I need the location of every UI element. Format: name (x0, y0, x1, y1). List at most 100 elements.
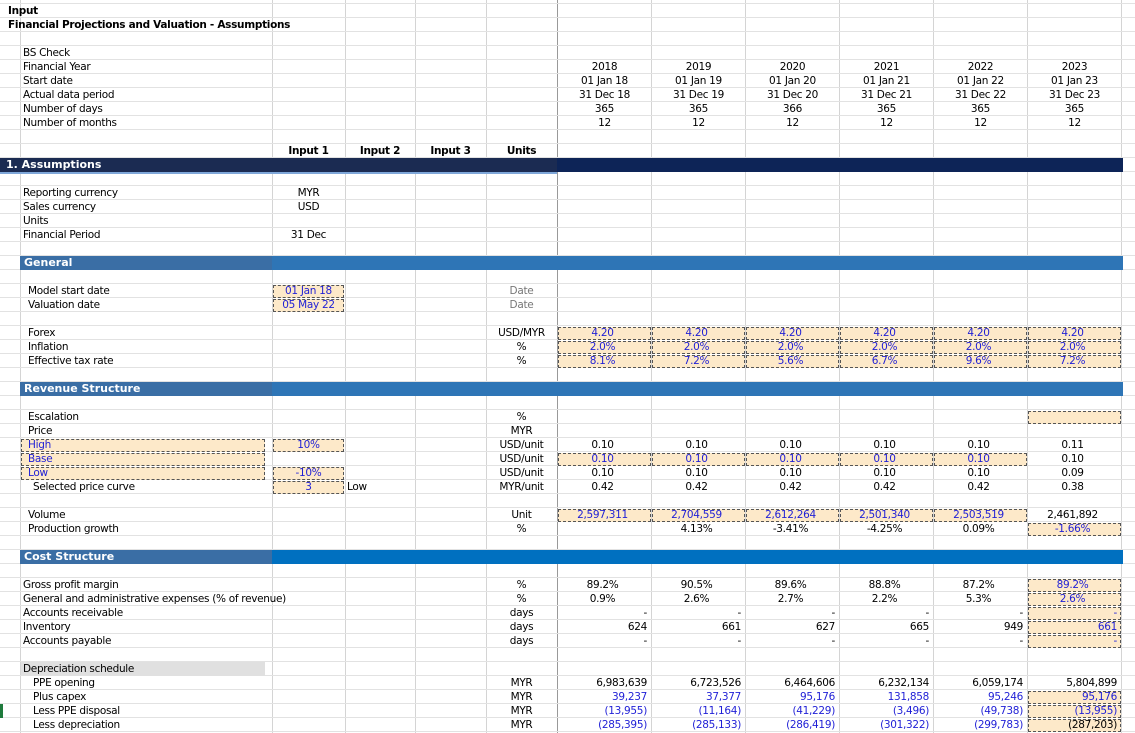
receivable-days-cell[interactable]: - (1028, 606, 1119, 620)
ppe-unit: MYR (510, 677, 533, 689)
reporting-currency-value[interactable]: MYR (272, 186, 345, 200)
price-low-cell: 0.10 (685, 467, 708, 479)
row-label-plus-capex: Plus capex (33, 691, 87, 703)
gross-margin-cell[interactable]: 89.2% (1028, 578, 1117, 592)
volume-unit: Unit (511, 509, 532, 521)
tax-rate-cell[interactable]: 7.2% (652, 354, 741, 368)
units-value[interactable] (272, 214, 345, 228)
row-label-production-growth: Production growth (28, 523, 119, 535)
gpm-unit: % (516, 579, 527, 591)
ppe-opening-cell: 6,983,639 (596, 677, 647, 689)
financial-period-value[interactable]: 31 Dec (272, 228, 345, 242)
row-label-valuation-date: Valuation date (28, 299, 100, 311)
price-selected-cell: 0.38 (1061, 481, 1084, 493)
volume-cell[interactable]: 2,597,311 (558, 508, 647, 522)
price-base-cell[interactable]: 0.10 (840, 452, 929, 466)
payable-days-cell: - (831, 635, 836, 647)
tax-rate-cell[interactable]: 7.2% (1028, 354, 1117, 368)
year-days-cell: 365 (876, 103, 897, 115)
ppe-disposal-cell: (49,738) (980, 705, 1023, 717)
year-end-cell: 31 Dec 22 (954, 89, 1006, 101)
tax-rate-cell[interactable]: 5.6% (746, 354, 835, 368)
tax-rate-cell[interactable]: 9.6% (934, 354, 1023, 368)
year-start-cell: 01 Jan 18 (581, 75, 628, 87)
year-start-cell: 01 Jan 22 (957, 75, 1004, 87)
ppe-disposal-cell[interactable]: (13,955) (1028, 704, 1119, 718)
production-growth-cell: -4.25% (866, 523, 903, 535)
forex-cell[interactable]: 4.20 (558, 326, 647, 340)
valuation-date-unit: Date (509, 299, 534, 311)
year-year-cell: 2020 (779, 61, 806, 73)
ppe-opening-cell: 6,723,526 (690, 677, 741, 689)
ga-expense-cell: 0.9% (589, 593, 616, 605)
row-divider (0, 409, 1135, 410)
price-low-cell: 0.09 (1061, 467, 1084, 479)
price-selected-cell: 0.42 (685, 481, 708, 493)
inflation-cell[interactable]: 2.0% (558, 340, 647, 354)
ga-expense-cell[interactable]: 2.6% (1028, 592, 1117, 606)
inflation-cell[interactable]: 2.0% (934, 340, 1023, 354)
forex-cell[interactable]: 4.20 (840, 326, 929, 340)
forex-cell[interactable]: 4.20 (934, 326, 1023, 340)
inflation-unit: % (516, 341, 527, 353)
gross-margin-cell: 90.5% (680, 579, 713, 591)
capex-cell: 131,858 (887, 691, 930, 703)
tax-rate-cell[interactable]: 6.7% (840, 354, 929, 368)
volume-cell[interactable]: 2,501,340 (840, 508, 929, 522)
forex-cell[interactable]: 4.20 (1028, 326, 1117, 340)
col-header-input-1: Input 1 (288, 145, 329, 157)
escalation-2023-input[interactable] (1028, 411, 1121, 424)
section-bar-revenue-right (272, 382, 1123, 396)
sales-currency-value[interactable]: USD (272, 200, 345, 214)
price-base-cell[interactable]: 0.10 (652, 452, 741, 466)
inflation-cell[interactable]: 2.0% (1028, 340, 1117, 354)
capex-cell[interactable]: 95,176 (1028, 690, 1119, 704)
row-label-reporting-currency: Reporting currency (23, 187, 118, 199)
low-scenario-input[interactable]: -10% (273, 466, 344, 480)
price-base-cell[interactable]: 0.10 (746, 452, 835, 466)
ar-unit: days (509, 607, 534, 619)
tax-rate-cell[interactable]: 8.1% (558, 354, 647, 368)
row-label-number-of-days: Number of days (23, 103, 103, 115)
payable-days-cell[interactable]: - (1028, 634, 1119, 648)
production-growth-cell[interactable]: -1.66% (1028, 522, 1117, 536)
row-label-selected-price-curve: Selected price curve (33, 481, 135, 493)
gross-margin-cell: 87.2% (962, 579, 995, 591)
selected-price-curve-name: Low (347, 481, 367, 493)
tax-unit: % (516, 355, 527, 367)
price-unit: MYR (510, 425, 533, 437)
depreciation-schedule-header: Depreciation schedule (23, 663, 135, 675)
depreciation-cell[interactable]: (287,203) (1028, 718, 1119, 732)
year-months-cell: 12 (974, 117, 987, 129)
forex-cell[interactable]: 4.20 (746, 326, 835, 340)
volume-cell[interactable]: 2,612,264 (746, 508, 835, 522)
inflation-cell[interactable]: 2.0% (746, 340, 835, 354)
inflation-cell[interactable]: 2.0% (840, 340, 929, 354)
inventory-days-cell[interactable]: 661 (1028, 620, 1119, 634)
row-label-base: Base (28, 453, 53, 465)
forex-cell[interactable]: 4.20 (652, 326, 741, 340)
price-base-cell[interactable]: 0.10 (558, 452, 647, 466)
selected-price-curve-input[interactable]: 3 (273, 480, 344, 494)
price-high-cell: 0.11 (1061, 439, 1084, 451)
payable-days-cell: - (643, 635, 648, 647)
col-header-input-2: Input 2 (359, 145, 401, 157)
price-base-cell[interactable]: 0.10 (934, 452, 1023, 466)
row-label-units: Units (23, 215, 49, 227)
volume-cell[interactable]: 2,503,519 (934, 508, 1023, 522)
high-scenario-input[interactable]: 10% (273, 438, 344, 452)
col-header-input-3: Input 3 (430, 145, 471, 157)
receivable-days-cell: - (643, 607, 648, 619)
volume-cell[interactable]: 2,704,559 (652, 508, 741, 522)
sheet-subtitle: Financial Projections and Valuation - As… (8, 19, 291, 31)
year-months-cell: 12 (692, 117, 705, 129)
ppe-opening-cell: 5,804,899 (1066, 677, 1117, 689)
inflation-cell[interactable]: 2.0% (652, 340, 741, 354)
capex-unit: MYR (510, 691, 533, 703)
valuation-date-input[interactable]: 05 May 22 (273, 298, 344, 312)
high-unit: USD/unit (499, 439, 544, 451)
row-label-model-start-date: Model start date (28, 285, 110, 297)
model-start-date-input[interactable]: 01 Jan 18 (273, 284, 344, 298)
row-label-price: Price (28, 425, 53, 437)
row-label-actual-data-period: Actual data period (23, 89, 115, 101)
